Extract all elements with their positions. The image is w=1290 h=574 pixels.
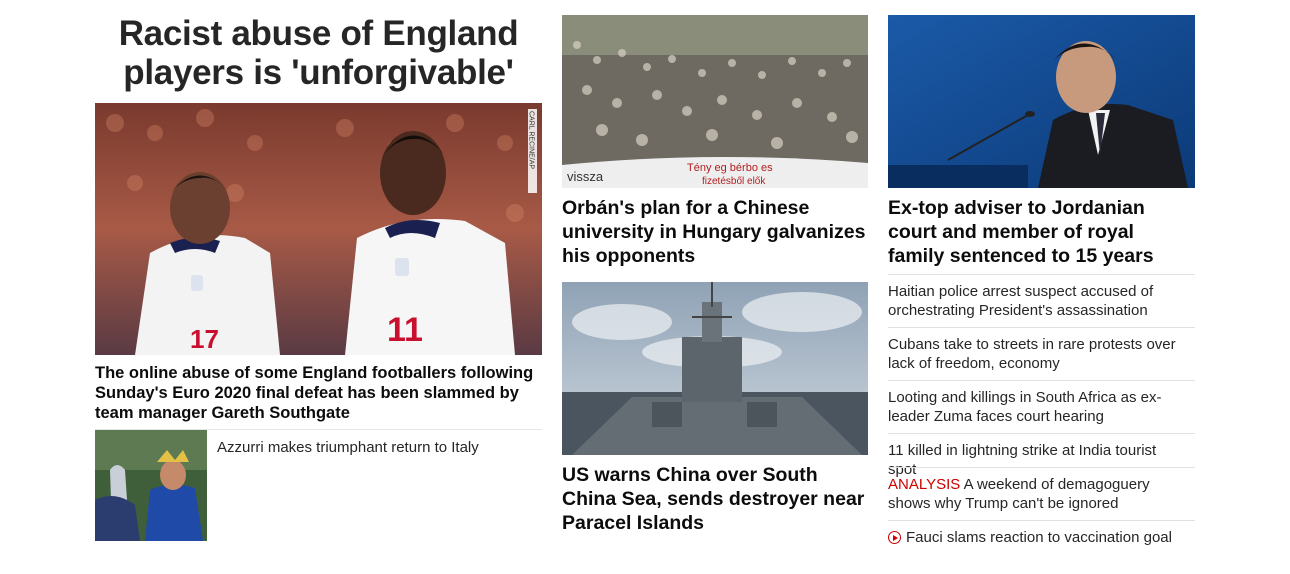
list-item-fauci-video[interactable]: Fauci slams reaction to vaccination goal <box>888 528 1188 547</box>
jordan-adviser-image[interactable] <box>888 15 1195 188</box>
list-item-india[interactable]: 11 killed in lightning strike at India t… <box>888 441 1188 479</box>
lead-image[interactable]: 17 11 CARL RECINE/AP <box>95 103 542 355</box>
play-icon <box>888 531 901 544</box>
lead-story: Racist abuse of England players is 'unfo… <box>95 14 542 541</box>
banner-text: Tény eg bérbo es <box>687 162 773 174</box>
divider <box>888 467 1195 468</box>
list-item-haiti[interactable]: Haitian police arrest suspect accused of… <box>888 282 1188 320</box>
list-item-south-africa[interactable]: Looting and killings in South Africa as … <box>888 388 1188 426</box>
divider <box>888 380 1195 381</box>
divider <box>888 327 1195 328</box>
analysis-label: ANALYSIS <box>888 476 961 493</box>
lead-headline-link[interactable]: Racist abuse of England players is 'unfo… <box>95 14 542 92</box>
photo-credit: CARL RECINE/AP <box>528 111 535 169</box>
destroyer-image[interactable] <box>562 282 868 455</box>
svg-text:11: 11 <box>387 311 423 349</box>
azzurri-photo <box>95 430 207 541</box>
banner-text: vissza <box>567 169 604 184</box>
destroyer-story-headline[interactable]: US warns China over South China Sea, sen… <box>562 463 868 535</box>
jordan-story-headline[interactable]: Ex-top adviser to Jordanian court and me… <box>888 196 1195 268</box>
divider <box>888 520 1195 521</box>
azzurri-story-link[interactable]: Azzurri makes triumphant return to Italy <box>217 438 479 457</box>
lead-headline[interactable]: Racist abuse of England players is 'unfo… <box>95 14 542 92</box>
orban-story-headline[interactable]: Orbán's plan for a Chinese university in… <box>562 196 868 268</box>
list-item-cuba[interactable]: Cubans take to streets in rare protests … <box>888 335 1188 373</box>
orban-protest-image[interactable]: vissza Tény eg bérbo es fizetésből elők <box>562 15 868 188</box>
list-item-trump-analysis[interactable]: ANALYSIS A weekend of demagoguery shows … <box>888 475 1188 513</box>
azzurri-thumbnail[interactable] <box>95 430 207 541</box>
divider <box>888 433 1195 434</box>
warship-photo <box>562 282 868 455</box>
protest-crowd-photo: vissza Tény eg bérbo es fizetésből elők <box>562 15 868 188</box>
speaker-photo <box>888 15 1195 188</box>
svg-text:17: 17 <box>190 324 219 354</box>
divider <box>888 274 1195 275</box>
banner-text: fizetésből elők <box>702 176 766 187</box>
list-item-text: Fauci slams reaction to vaccination goal <box>906 529 1172 546</box>
england-players-photo: 17 11 CARL RECINE/AP <box>95 103 542 355</box>
lead-caption[interactable]: The online abuse of some England footbal… <box>95 363 542 423</box>
